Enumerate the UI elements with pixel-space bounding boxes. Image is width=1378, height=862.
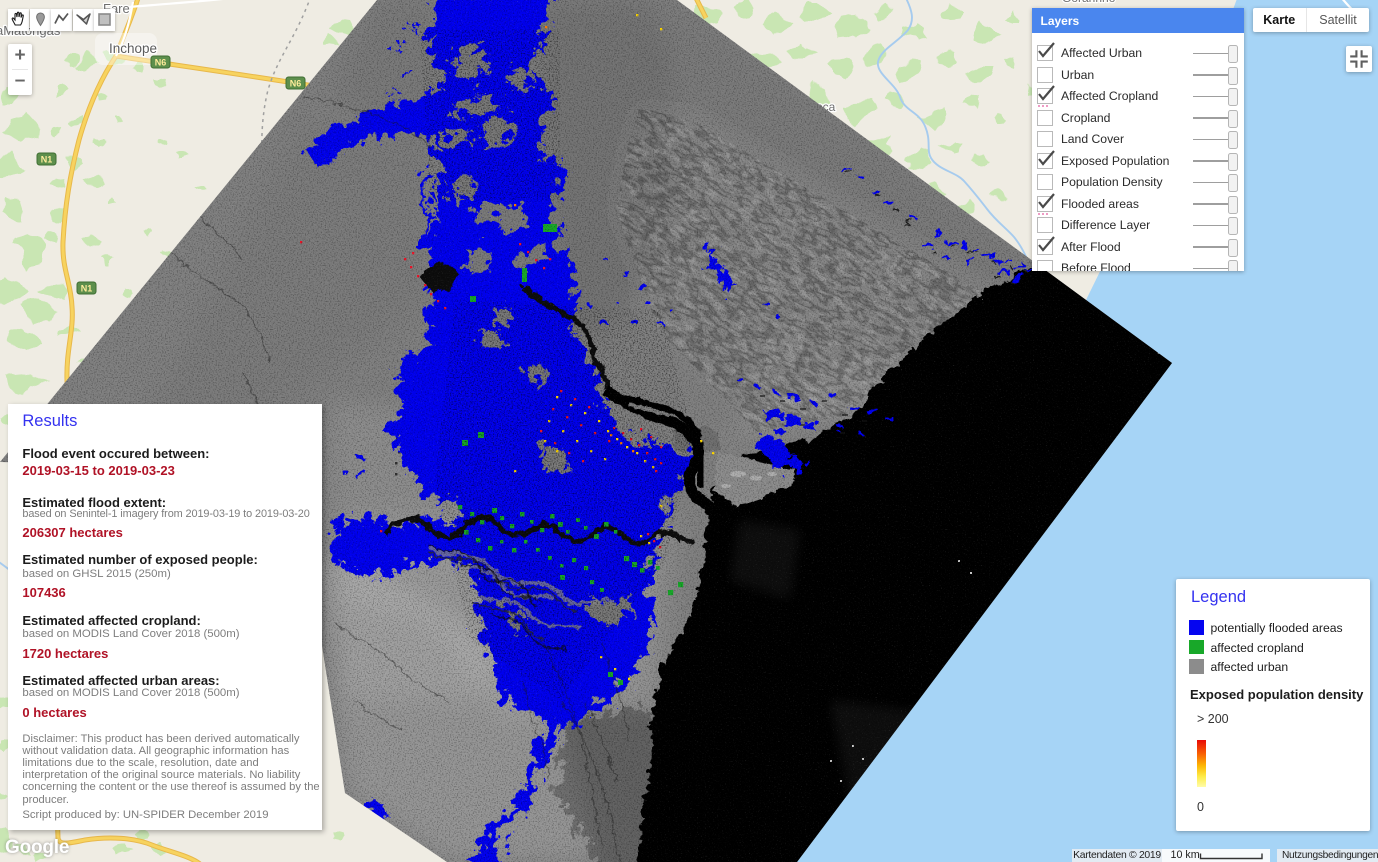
svg-text:N1: N1 <box>41 155 53 165</box>
svg-text:N6: N6 <box>155 58 167 68</box>
svg-text:Gorarinho: Gorarinho <box>1062 0 1116 5</box>
svg-text:Inchope: Inchope <box>109 41 157 56</box>
svg-text:N1: N1 <box>81 284 93 294</box>
svg-text:N6: N6 <box>290 79 302 89</box>
